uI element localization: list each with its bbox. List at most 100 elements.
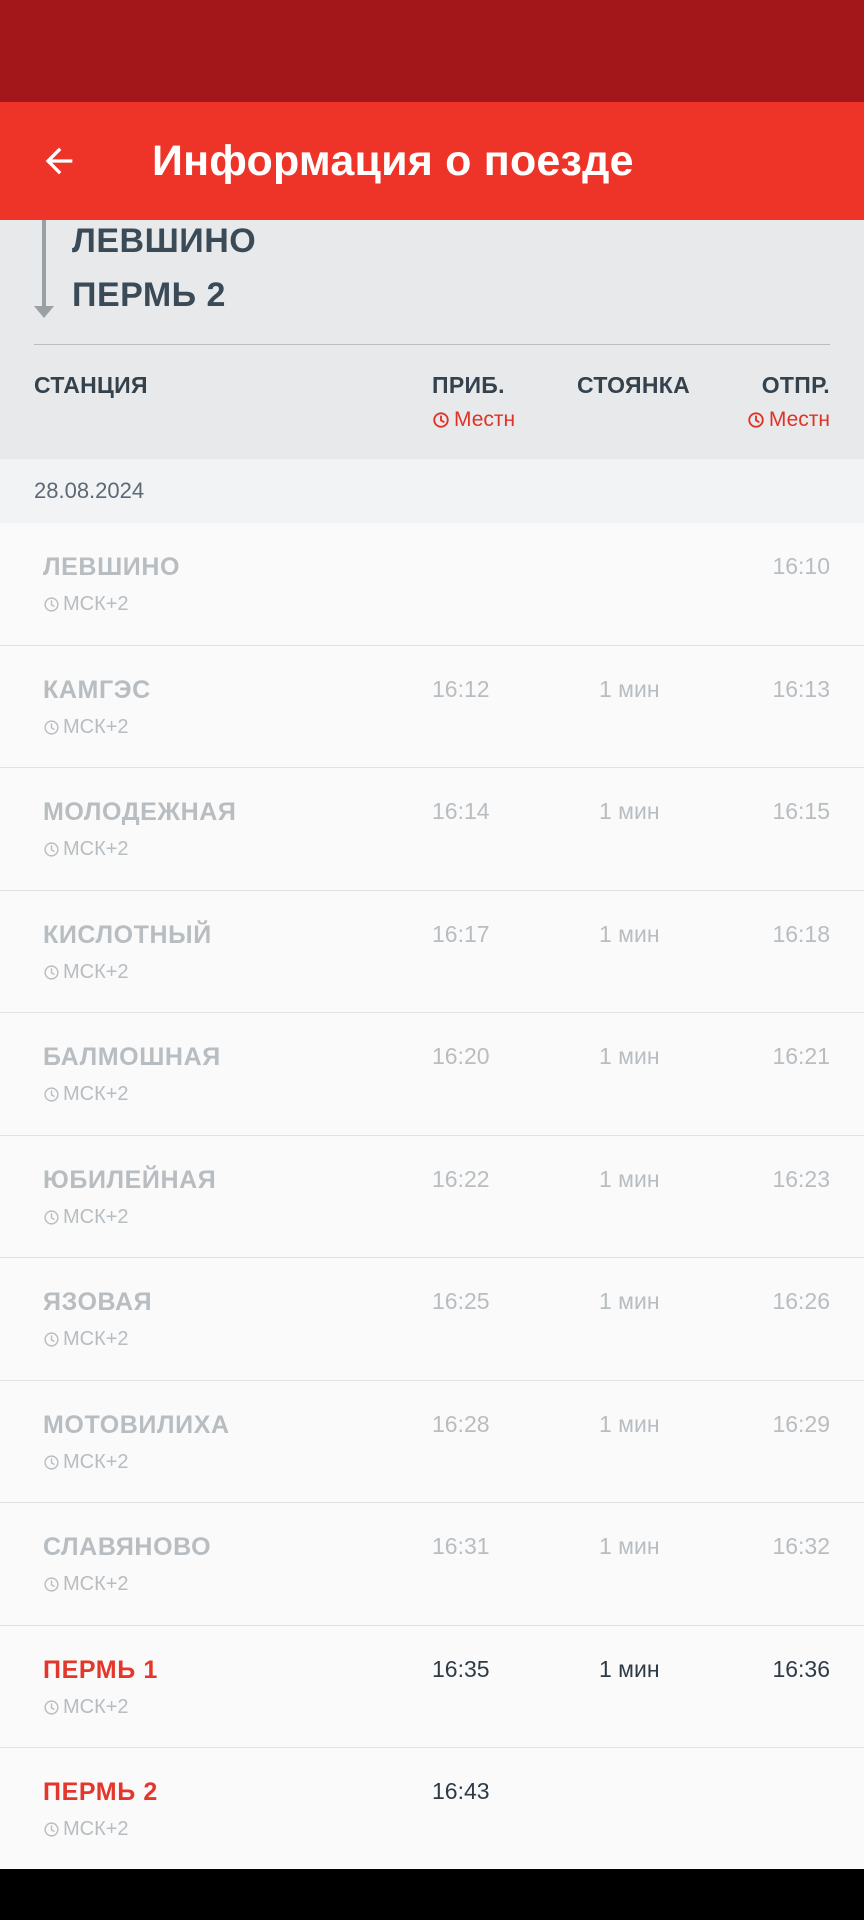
station-row[interactable]: ЮБИЛЕЙНАЯ МСК+2 16:22 1 мин 16:23	[0, 1136, 864, 1258]
station-name: МОТОВИЛИХА	[43, 1410, 230, 1439]
station-timezone-text: МСК+2	[63, 715, 129, 738]
arrival-time: 16:28	[432, 1410, 490, 1437]
clock-icon	[44, 1454, 59, 1470]
clock-icon	[44, 1699, 59, 1715]
station-name: МОЛОДЕЖНАЯ	[43, 798, 237, 826]
station-row[interactable]: ЛЕВШИНО МСК+2 16:10	[0, 523, 864, 646]
page-title: Информация о поезде	[152, 136, 634, 185]
column-header-stop: СТОЯНКА	[577, 372, 690, 398]
station-row[interactable]: СЛАВЯНОВО МСК+2 16:31 1 мин 16:32	[0, 1503, 864, 1626]
arrow-down-icon	[34, 306, 54, 318]
clock-icon	[44, 719, 59, 735]
station-timezone-text: МСК+2	[63, 593, 129, 615]
station-name: БАЛМОШНАЯ	[43, 1043, 221, 1071]
column-header-departure: ОТПР.	[761, 372, 830, 398]
station-timezone: МСК+2	[43, 593, 129, 616]
station-timezone-text: МСК+2	[63, 960, 129, 983]
departure-timezone-label: Местн	[747, 408, 830, 432]
station-timezone: МСК+2	[43, 1696, 129, 1719]
stop-duration: 1 мин	[599, 1165, 660, 1192]
route-from: ЛЕВШИНО	[72, 222, 257, 260]
station-timezone: МСК+2	[43, 1206, 129, 1229]
station-timezone: МСК+2	[43, 1083, 129, 1106]
arrow-left-icon	[45, 147, 73, 175]
stop-duration: 1 мин	[599, 1288, 660, 1314]
station-timezone-text: МСК+2	[63, 1450, 129, 1473]
station-timezone: МСК+2	[43, 961, 129, 984]
station-row[interactable]: КАМГЭС МСК+2 16:12 1 мин 16:13	[0, 646, 864, 768]
arrival-time: 16:14	[432, 798, 490, 824]
station-timezone: МСК+2	[43, 716, 129, 739]
divider	[34, 344, 830, 345]
route-to: ПЕРМЬ 2	[72, 276, 226, 314]
stop-duration: 1 мин	[599, 798, 660, 824]
arrival-timezone-label: Местн	[432, 408, 515, 432]
station-name: КИСЛОТНЫЙ	[43, 920, 212, 949]
stop-duration: 1 мин	[599, 920, 660, 947]
app-bar: Информация о поезде	[0, 102, 864, 220]
station-timezone: МСК+2	[43, 1818, 129, 1841]
station-row[interactable]: ПЕРМЬ 2 МСК+2 16:43	[0, 1748, 864, 1871]
clock-icon	[44, 1332, 59, 1347]
arrival-time: 16:25	[432, 1288, 490, 1314]
station-timezone-text: МСК+2	[63, 1573, 129, 1595]
arrival-time: 16:20	[432, 1043, 490, 1069]
station-row[interactable]: ПЕРМЬ 1 МСК+2 16:35 1 мин 16:36	[0, 1626, 864, 1748]
station-timezone-text: МСК+2	[63, 1205, 129, 1228]
departure-time: 16:29	[772, 1410, 830, 1437]
back-button[interactable]	[0, 102, 118, 220]
station-name: ЯЗОВАЯ	[43, 1288, 153, 1316]
station-row[interactable]: МОЛОДЕЖНАЯ МСК+2 16:14 1 мин 16:15	[0, 768, 864, 891]
station-timezone-text: МСК+2	[63, 1818, 129, 1840]
arrival-time: 16:31	[432, 1533, 490, 1559]
arrival-time: 16:43	[432, 1778, 490, 1804]
arrival-time: 16:17	[432, 920, 490, 947]
departure-time: 16:13	[772, 675, 830, 702]
station-name: ЮБИЛЕЙНАЯ	[43, 1165, 217, 1194]
route-header: ЛЕВШИНО ПЕРМЬ 2 СТАНЦИЯ ПРИБ. СТОЯНКА ОТ…	[0, 220, 864, 459]
departure-time: 16:26	[772, 1288, 830, 1314]
status-bar	[0, 0, 864, 102]
clock-icon	[44, 1822, 59, 1837]
station-row[interactable]: ЯЗОВАЯ МСК+2 16:25 1 мин 16:26	[0, 1258, 864, 1381]
stop-duration: 1 мин	[599, 1043, 660, 1069]
arrival-timezone-text: Местн	[454, 408, 516, 431]
clock-icon	[44, 1577, 59, 1592]
station-list[interactable]: ЛЕВШИНО МСК+2 16:10 КАМГЭС МСК+2 16:12 1…	[0, 523, 864, 1869]
column-header-station: СТАНЦИЯ	[34, 372, 148, 398]
station-timezone: МСК+2	[43, 1328, 129, 1351]
station-timezone-text: МСК+2	[63, 1328, 129, 1350]
station-row[interactable]: БАЛМОШНАЯ МСК+2 16:20 1 мин 16:21	[0, 1013, 864, 1136]
date-bar: 28.08.2024	[0, 459, 864, 523]
column-header-arrival: ПРИБ.	[432, 372, 505, 398]
station-row[interactable]: МОТОВИЛИХА МСК+2 16:28 1 мин 16:29	[0, 1381, 864, 1503]
navigation-bar	[0, 1869, 864, 1920]
station-timezone: МСК+2	[43, 838, 129, 861]
clock-icon	[433, 412, 449, 428]
route-line	[42, 220, 46, 310]
station-timezone-text: МСК+2	[63, 838, 129, 860]
departure-time: 16:15	[772, 798, 830, 824]
station-timezone-text: МСК+2	[63, 1695, 129, 1718]
clock-icon	[44, 1087, 59, 1102]
stop-duration: 1 мин	[599, 1655, 660, 1682]
station-name: ЛЕВШИНО	[43, 553, 181, 581]
departure-time: 16:21	[772, 1043, 830, 1069]
departure-time: 16:32	[772, 1533, 830, 1559]
clock-icon	[44, 842, 59, 857]
station-row[interactable]: КИСЛОТНЫЙ МСК+2 16:17 1 мин 16:18	[0, 891, 864, 1013]
departure-time: 16:36	[772, 1655, 830, 1682]
station-timezone-text: МСК+2	[63, 1083, 129, 1105]
departure-timezone-text: Местн	[768, 408, 830, 431]
station-name: ПЕРМЬ 1	[43, 1655, 158, 1684]
departure-time: 16:23	[772, 1165, 830, 1192]
station-name: КАМГЭС	[43, 675, 151, 704]
station-name: СЛАВЯНОВО	[43, 1533, 212, 1561]
departure-time: 16:10	[772, 553, 830, 579]
stop-duration: 1 мин	[599, 1533, 660, 1559]
arrival-time: 16:12	[432, 675, 490, 702]
station-name: ПЕРМЬ 2	[43, 1778, 158, 1806]
departure-time: 16:18	[772, 920, 830, 947]
clock-icon	[44, 964, 59, 980]
clock-icon	[748, 412, 764, 428]
